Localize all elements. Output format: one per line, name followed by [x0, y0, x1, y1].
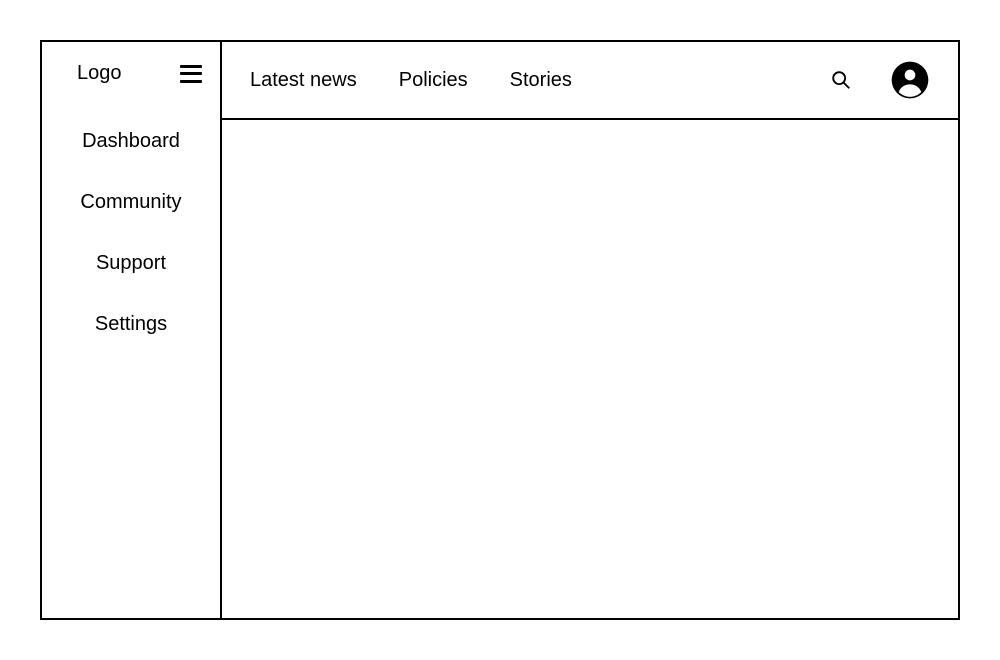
sidebar-item-dashboard[interactable]: Dashboard	[82, 130, 180, 153]
sidebar-item-settings[interactable]: Settings	[95, 313, 167, 336]
tab-label: Latest news	[250, 69, 357, 91]
tabs: Latest news Policies Stories	[250, 69, 572, 92]
sidebar-item-label: Community	[80, 191, 181, 213]
hamburger-icon[interactable]	[180, 65, 202, 83]
sidebar-item-community[interactable]: Community	[80, 191, 181, 214]
content-area	[222, 120, 958, 618]
topbar-right	[830, 60, 930, 100]
main: Latest news Policies Stories	[222, 42, 958, 618]
sidebar-item-label: Support	[96, 252, 166, 274]
topbar: Latest news Policies Stories	[222, 42, 958, 120]
sidebar-item-label: Dashboard	[82, 130, 180, 152]
search-icon[interactable]	[830, 69, 852, 91]
tab-label: Policies	[399, 69, 468, 91]
sidebar: Logo Dashboard Community Support Setting…	[42, 42, 222, 618]
logo: Logo	[77, 62, 122, 85]
sidebar-nav: Dashboard Community Support Settings	[42, 130, 220, 336]
sidebar-header: Logo	[42, 42, 220, 95]
tab-stories[interactable]: Stories	[510, 69, 572, 92]
app-frame: Logo Dashboard Community Support Setting…	[40, 40, 960, 620]
avatar-icon[interactable]	[890, 60, 930, 100]
tab-latest-news[interactable]: Latest news	[250, 69, 357, 92]
sidebar-item-label: Settings	[95, 313, 167, 335]
tab-label: Stories	[510, 69, 572, 91]
sidebar-item-support[interactable]: Support	[96, 252, 166, 275]
tab-policies[interactable]: Policies	[399, 69, 468, 92]
